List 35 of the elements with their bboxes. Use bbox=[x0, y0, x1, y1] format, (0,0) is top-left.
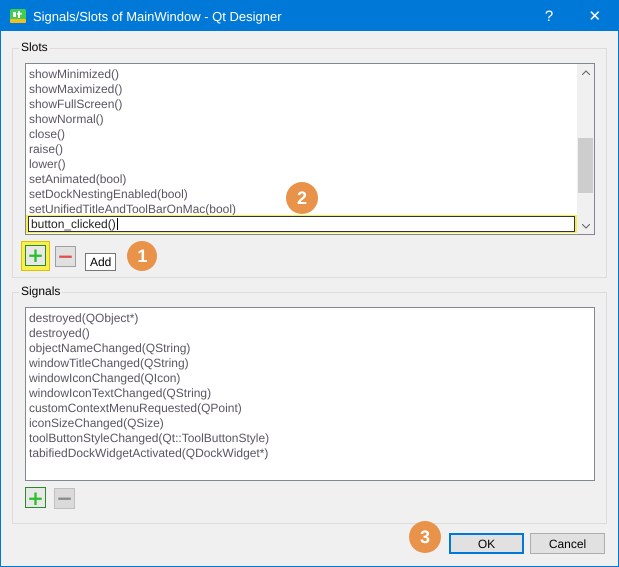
scroll-thumb[interactable] bbox=[578, 138, 593, 193]
list-item[interactable]: customContextMenuRequested(QPoint) bbox=[29, 401, 242, 415]
input-field[interactable]: button_clicked() bbox=[28, 216, 575, 232]
list-item[interactable]: destroyed() bbox=[29, 326, 90, 340]
list-item[interactable]: windowIconChanged(QIcon) bbox=[29, 371, 180, 385]
dialog-button[interactable]: Cancel bbox=[530, 533, 605, 554]
step-badge: 2 bbox=[286, 182, 318, 214]
list-item[interactable]: showMinimized() bbox=[29, 67, 120, 81]
close-button[interactable]: ✕ bbox=[572, 7, 618, 25]
scrollbar[interactable] bbox=[577, 64, 594, 234]
list-item[interactable]: objectNameChanged(QString) bbox=[29, 341, 190, 355]
list-item[interactable]: setDockNestingEnabled(bool) bbox=[29, 187, 188, 201]
dialog-button[interactable]: OK bbox=[449, 533, 524, 554]
group-label: Signals bbox=[19, 284, 62, 298]
list-item[interactable]: iconSizeChanged(QSize) bbox=[29, 416, 164, 430]
list-item[interactable]: tabifiedDockWidgetActivated(QDockWidget*) bbox=[29, 446, 268, 460]
group-label: Slots bbox=[19, 40, 50, 54]
list-item[interactable]: showNormal() bbox=[29, 112, 104, 126]
list-item[interactable]: showFullScreen() bbox=[29, 97, 122, 111]
help-button[interactable]: ? bbox=[526, 8, 572, 24]
list-item[interactable]: destroyed(QObject*) bbox=[29, 311, 138, 325]
window-title: Signals/Slots of MainWindow - Qt Designer bbox=[33, 8, 283, 24]
list-item[interactable]: toolButtonStyleChanged(Qt::ToolButtonStyle) bbox=[29, 431, 270, 445]
list-item[interactable]: windowTitleChanged(QString) bbox=[29, 356, 189, 370]
tooltip: Add bbox=[85, 253, 116, 271]
step-badge: 3 bbox=[409, 521, 441, 553]
list-item[interactable]: lower() bbox=[29, 157, 66, 171]
step-badge: 1 bbox=[127, 241, 158, 271]
list-item[interactable]: showMaximized() bbox=[29, 82, 122, 96]
app-logo-icon bbox=[9, 8, 27, 24]
list-item[interactable]: setAnimated(bool) bbox=[29, 172, 126, 186]
list-item[interactable]: setUnifiedTitleAndToolBarOnMac(bool) bbox=[29, 202, 236, 216]
list-item[interactable]: windowIconTextChanged(QString) bbox=[29, 386, 212, 400]
list-item[interactable]: close() bbox=[29, 127, 66, 141]
list-item[interactable]: raise() bbox=[29, 142, 64, 156]
